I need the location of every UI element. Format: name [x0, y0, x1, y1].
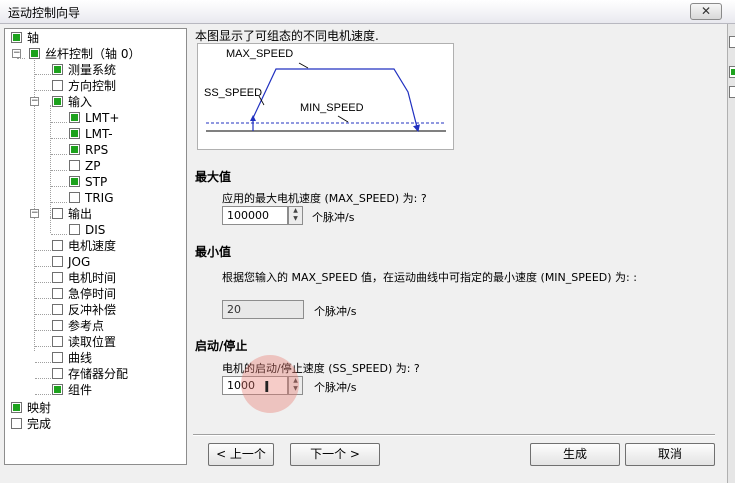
max-speed-pointer: [298, 62, 309, 69]
checkbox-icon[interactable]: [52, 352, 63, 363]
collapse-icon[interactable]: −: [30, 97, 39, 106]
prev-button[interactable]: < 上一个: [208, 443, 274, 466]
generate-button[interactable]: 生成: [530, 443, 620, 466]
cancel-button[interactable]: 取消: [625, 443, 715, 466]
checkbox-icon[interactable]: [69, 192, 80, 203]
checkbox-icon[interactable]: [52, 272, 63, 283]
checkbox-icon[interactable]: [52, 368, 63, 379]
min-speed-pointer: [337, 115, 349, 123]
checkbox-icon[interactable]: [52, 288, 63, 299]
checkbox-icon[interactable]: [69, 112, 80, 123]
collapse-icon[interactable]: −: [12, 49, 21, 58]
config-tree: 轴 − 丝杆控制（轴 0） 测量系统 方向控制 − 输入 LMT+ LMT- R…: [4, 28, 187, 465]
checkbox-icon[interactable]: [69, 176, 80, 187]
max-speed-input[interactable]: 100000: [222, 206, 288, 225]
max-speed-unit: 个脉冲/s: [312, 211, 355, 224]
max-speed-label: MAX_SPEED: [226, 48, 293, 60]
button-separator: [193, 434, 715, 436]
title-bar: 运动控制向导 ✕: [0, 0, 735, 24]
max-section-title: 最大值: [195, 170, 232, 184]
diagram-intro: 本图显示了可组态的不同电机速度.: [195, 29, 379, 43]
speed-profile-curve: [252, 68, 420, 133]
next-button[interactable]: 下一个 >: [290, 443, 380, 466]
checkbox-icon[interactable]: [29, 48, 40, 59]
ss-section-title: 启动/停止: [195, 339, 248, 353]
checkbox-icon[interactable]: [52, 256, 63, 267]
window-title: 运动控制向导: [8, 6, 81, 20]
wizard-window: 轴 − 丝杆控制（轴 0） 测量系统 方向控制 − 输入 LMT+ LMT- R…: [0, 24, 727, 483]
max-speed-spinner[interactable]: ▲ ▼: [288, 206, 303, 225]
min-speed-prompt: 根据您输入的 MAX_SPEED 值，在运动曲线中可指定的最小速度 (MIN_S…: [222, 271, 637, 284]
checkbox-icon[interactable]: [69, 128, 80, 139]
ss-speed-label: SS_SPEED: [204, 87, 262, 99]
checkbox-icon[interactable]: [52, 240, 63, 251]
min-speed-unit: 个脉冲/s: [314, 305, 357, 318]
checkbox-icon[interactable]: [52, 320, 63, 331]
min-speed-label: MIN_SPEED: [300, 102, 364, 114]
spin-down-icon[interactable]: ▼: [289, 215, 302, 223]
checkbox-icon[interactable]: [69, 160, 80, 171]
checkbox-icon[interactable]: [11, 32, 22, 43]
edge-item: [729, 36, 735, 48]
collapse-icon[interactable]: −: [30, 209, 39, 218]
click-highlight: [241, 355, 299, 413]
edge-item: [729, 86, 735, 98]
speed-profile-svg: MAX_SPEED SS_SPEED MIN_SPEED: [204, 48, 446, 133]
checkbox-icon[interactable]: [52, 336, 63, 347]
checkbox-icon[interactable]: [52, 304, 63, 315]
ss-speed-unit: 个脉冲/s: [314, 381, 357, 394]
checkbox-icon[interactable]: [52, 384, 63, 395]
max-speed-prompt: 应用的最大电机速度 (MAX_SPEED) 为: ?: [222, 192, 427, 205]
close-button[interactable]: ✕: [690, 3, 722, 20]
checkbox-icon[interactable]: [52, 96, 63, 107]
checkbox-icon[interactable]: [52, 208, 63, 219]
text-cursor-icon: I: [264, 378, 270, 396]
checkbox-icon[interactable]: [69, 224, 80, 235]
speed-profile-diagram: MAX_SPEED SS_SPEED MIN_SPEED: [197, 43, 454, 150]
checkbox-icon[interactable]: [11, 402, 22, 413]
spin-up-icon[interactable]: ▲: [289, 207, 302, 215]
close-icon[interactable]: ✕: [701, 4, 711, 18]
edge-item: [729, 66, 735, 78]
background-window-edge: [727, 24, 735, 483]
checkbox-icon[interactable]: [52, 80, 63, 91]
min-speed-field: 20: [222, 300, 304, 319]
min-section-title: 最小值: [195, 245, 232, 259]
checkbox-icon[interactable]: [11, 418, 22, 429]
checkbox-icon[interactable]: [69, 144, 80, 155]
checkbox-icon[interactable]: [52, 64, 63, 75]
